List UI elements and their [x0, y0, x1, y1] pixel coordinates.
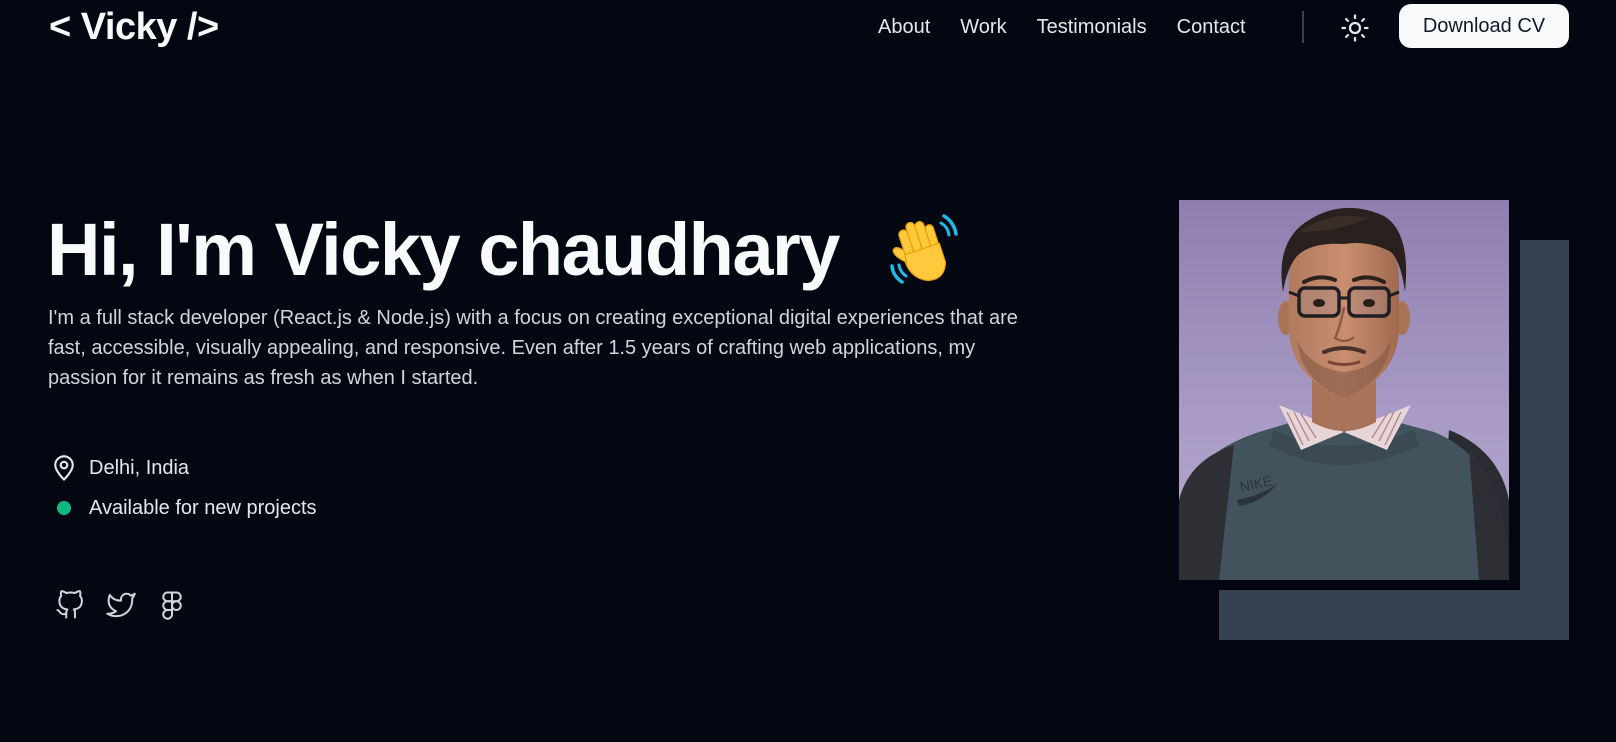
nav-link-testimonials[interactable]: Testimonials [1037, 12, 1147, 42]
map-pin-icon [48, 452, 80, 484]
status-dot-icon [57, 501, 71, 515]
location-row: Delhi, India [48, 452, 189, 484]
hero-title: Hi, I'm Vicky chaudhary [47, 208, 840, 291]
nav-links: About Work Testimonials Contact [878, 12, 1246, 42]
twitter-icon[interactable] [103, 587, 139, 623]
logo[interactable]: < Vicky /> [49, 2, 219, 52]
profile-photo: NIKE [1179, 200, 1509, 580]
hero-description: I'm a full stack developer (React.js & N… [48, 307, 1018, 389]
availability-text: Available for new projects [89, 496, 317, 519]
nav-link-work[interactable]: Work [960, 12, 1006, 42]
figma-icon[interactable] [154, 587, 190, 623]
nav-link-about[interactable]: About [878, 12, 930, 42]
download-cv-button[interactable]: Download CV [1399, 4, 1569, 48]
location-text: Delhi, India [89, 456, 190, 479]
theme-toggle-button[interactable] [1338, 11, 1372, 45]
nav-divider [1302, 11, 1304, 43]
waving-hand-icon [890, 214, 958, 284]
social-links [52, 587, 205, 623]
availability-row: Available for new projects [48, 492, 317, 524]
status-indicator [48, 492, 80, 524]
sun-icon [1341, 14, 1369, 42]
github-icon[interactable] [52, 587, 88, 623]
navbar: < Vicky /> About Work Testimonials Conta… [0, 0, 1616, 56]
nav-link-contact[interactable]: Contact [1177, 12, 1246, 42]
